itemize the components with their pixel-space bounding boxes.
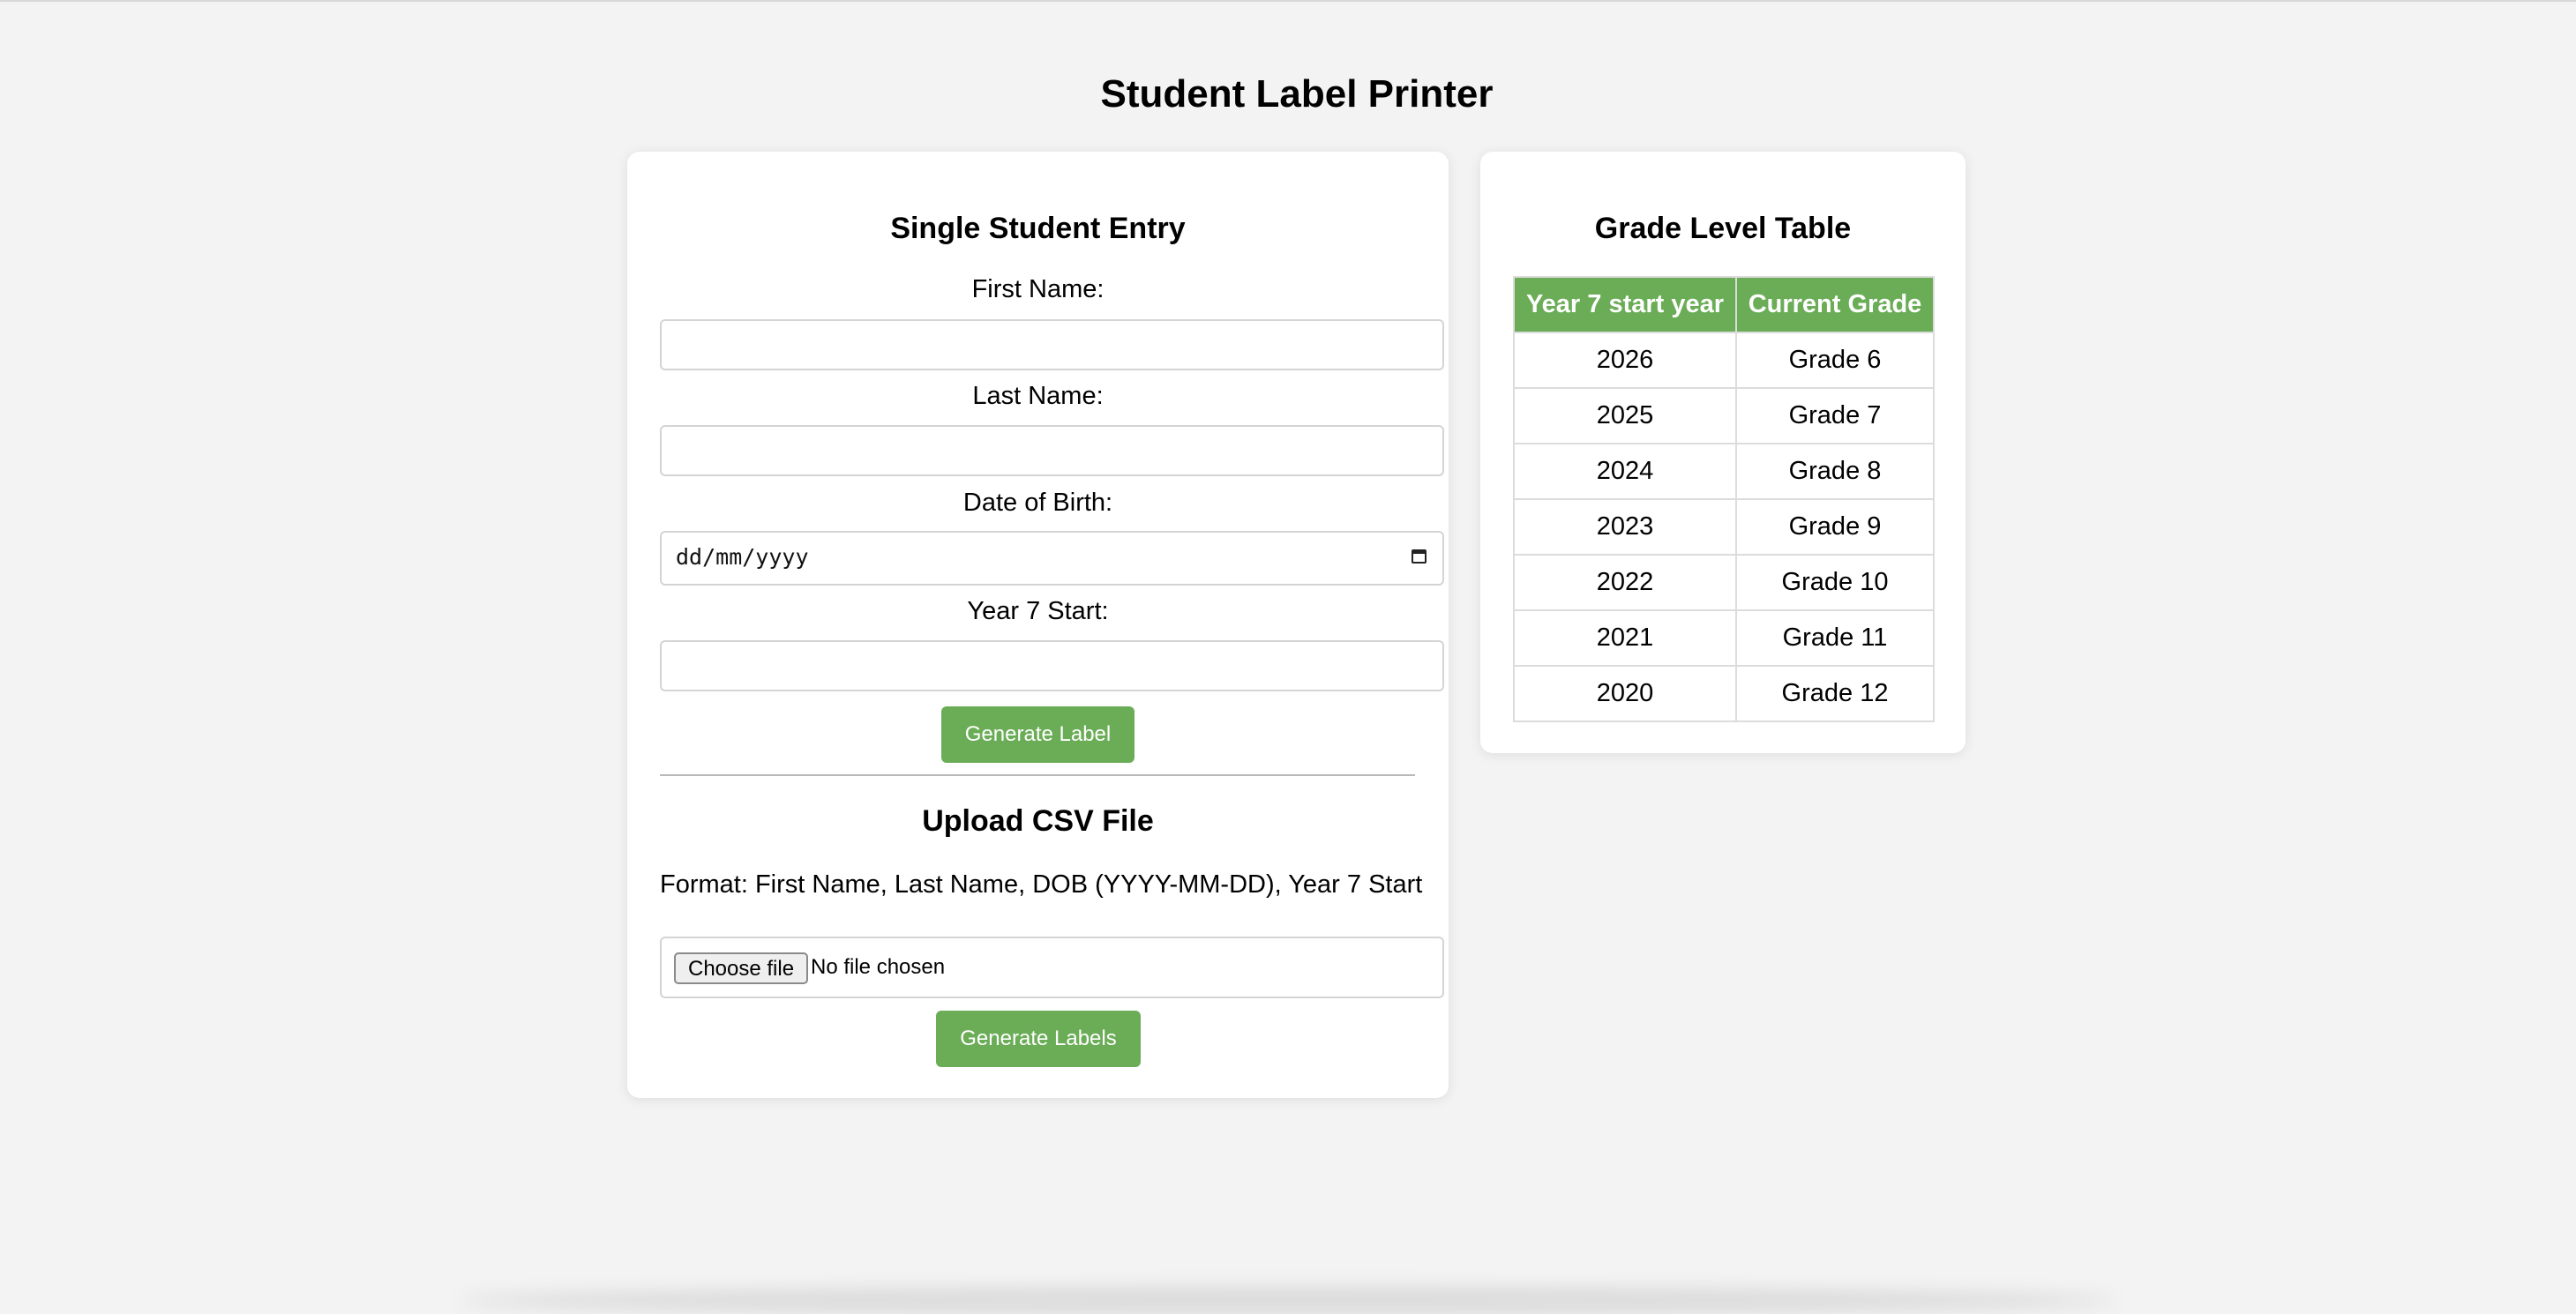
generate-label-button[interactable]: Generate Label <box>941 706 1134 763</box>
year7-start-input[interactable] <box>660 640 1444 691</box>
bottom-window-shadow <box>459 1288 2117 1314</box>
grade-table-card: Grade Level Table Year 7 start year Curr… <box>1480 152 1966 753</box>
first-name-input[interactable] <box>660 319 1444 370</box>
last-name-label: Last Name: <box>972 382 1104 410</box>
year-cell: 2020 <box>1513 665 1737 722</box>
column-header-grade: Current Grade <box>1735 276 1935 333</box>
entry-card: Single Student Entry First Name: Last Na… <box>627 152 1449 1098</box>
single-entry-heading: Single Student Entry <box>890 212 1186 245</box>
last-name-input[interactable] <box>660 425 1444 476</box>
grade-cell: Grade 12 <box>1735 665 1935 722</box>
choose-file-button[interactable]: Choose file <box>674 952 809 984</box>
generate-labels-button[interactable]: Generate Labels <box>936 1011 1141 1067</box>
year-cell: 2021 <box>1513 609 1737 667</box>
upload-csv-heading: Upload CSV File <box>922 804 1154 838</box>
year-cell: 2025 <box>1513 387 1737 444</box>
calendar-icon[interactable] <box>1412 549 1427 564</box>
table-row: 2026 Grade 6 <box>1513 332 1935 389</box>
grade-cell: Grade 8 <box>1735 443 1935 500</box>
year-cell: 2023 <box>1513 498 1737 556</box>
csv-format-text: Format: First Name, Last Name, DOB (YYYY… <box>660 870 1423 899</box>
year-cell: 2026 <box>1513 332 1737 389</box>
table-row: 2022 Grade 10 <box>1513 554 1935 611</box>
page-title: Student Label Printer <box>1100 72 1494 116</box>
window-top-border <box>0 0 2576 2</box>
year-cell: 2024 <box>1513 443 1737 500</box>
file-status-text: No file chosen <box>811 955 946 979</box>
year-cell: 2022 <box>1513 554 1737 611</box>
csv-file-input[interactable]: Choose file No file chosen <box>660 937 1444 998</box>
table-row: 2025 Grade 7 <box>1513 387 1935 444</box>
grade-cell: Grade 6 <box>1735 332 1935 389</box>
table-row: 2023 Grade 9 <box>1513 498 1935 556</box>
grade-cell: Grade 9 <box>1735 498 1935 556</box>
table-row: 2021 Grade 11 <box>1513 609 1935 667</box>
dob-placeholder: dd/mm/yyyy <box>676 544 809 570</box>
table-header-row: Year 7 start year Current Grade <box>1513 276 1935 333</box>
grade-cell: Grade 10 <box>1735 554 1935 611</box>
grade-cell: Grade 7 <box>1735 387 1935 444</box>
grade-level-table: Year 7 start year Current Grade 2026 Gra… <box>1513 276 1935 722</box>
column-header-year7: Year 7 start year <box>1513 276 1737 333</box>
table-row: 2020 Grade 12 <box>1513 665 1935 722</box>
grade-table-heading: Grade Level Table <box>1594 212 1852 245</box>
grade-cell: Grade 11 <box>1735 609 1935 667</box>
section-divider <box>660 774 1415 776</box>
table-row: 2024 Grade 8 <box>1513 443 1935 500</box>
dob-input[interactable]: dd/mm/yyyy <box>660 531 1444 586</box>
dob-label: Date of Birth: <box>962 489 1113 517</box>
year7-start-label: Year 7 Start: <box>967 597 1109 625</box>
first-name-label: First Name: <box>971 275 1105 303</box>
